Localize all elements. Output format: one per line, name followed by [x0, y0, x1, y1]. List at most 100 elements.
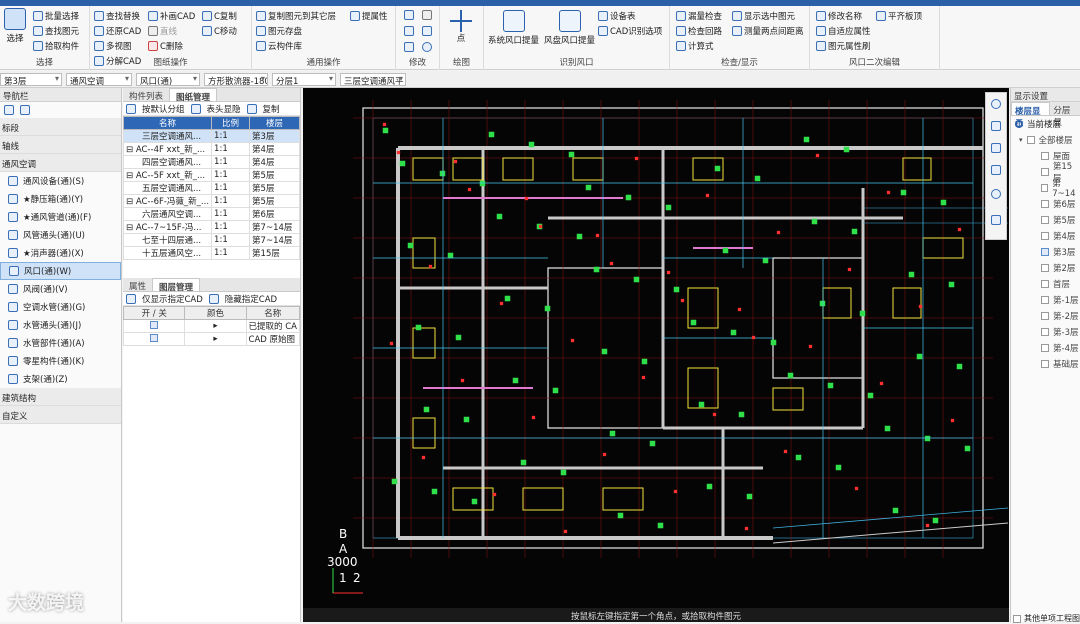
floor-item[interactable]: 首层 [1011, 276, 1080, 292]
tab-floor-display[interactable]: 楼层显示 [1011, 102, 1051, 129]
col-scale[interactable]: 比例 [211, 116, 251, 130]
nav-item[interactable]: 支架(通)(Z) [0, 370, 121, 388]
layer-toggle[interactable] [150, 320, 159, 329]
table-row[interactable]: 七至十四层通... 1:1 第7~14层 [122, 233, 300, 247]
settings-list-icon[interactable] [991, 215, 1001, 225]
floor-item[interactable]: 第-3层 [1011, 324, 1080, 340]
cad-options-button[interactable]: CAD识别选项 [598, 25, 662, 37]
select-button[interactable]: 选择 [4, 8, 26, 44]
property-brush-button[interactable]: 图元属性刷 [816, 40, 871, 52]
floor-item[interactable]: 第2层 [1011, 260, 1080, 276]
discipline-select[interactable]: 通风空调 [66, 73, 132, 86]
show-selected-button[interactable]: 显示选中图元 [732, 10, 795, 22]
floor-checkbox[interactable] [1041, 344, 1049, 352]
nav-item[interactable]: 风口(通)(W) [0, 262, 121, 280]
table-row[interactable]: ⊟ AC--4F xxt_新_... 1:1 第4层 [122, 142, 300, 156]
view-cube-icon[interactable] [991, 165, 1001, 175]
drawing-canvas[interactable]: B A 3000 1 2 [303, 88, 1009, 608]
floor-item[interactable]: 第-1层 [1011, 292, 1080, 308]
nav-item[interactable]: ★消声器(通)(X) [0, 244, 121, 262]
mirror-icon[interactable] [404, 26, 414, 36]
check-loop-button[interactable]: 检查回路 [676, 25, 722, 37]
copy-button[interactable]: 复制 [263, 103, 280, 115]
nav-category-hvac[interactable]: 通风空调 [0, 154, 121, 172]
floor-checkbox[interactable] [1041, 296, 1049, 304]
cloud-library-button[interactable]: 云构件库 [256, 40, 302, 52]
floor-item[interactable]: 基础层 [1011, 356, 1080, 372]
group-by-default-button[interactable]: 按默认分组 [142, 103, 185, 115]
hide-cad-button[interactable]: 隐藏指定CAD [225, 293, 277, 305]
hide-cad-icon[interactable] [208, 293, 219, 304]
other-project-checkbox[interactable] [1013, 614, 1021, 623]
copy-to-floor-button[interactable]: 复制图元到其它层 [256, 10, 336, 22]
adaptive-property-button[interactable]: 自适应属性 [816, 25, 871, 37]
table-row[interactable]: ⊟ AC--6F-冯薇_新_... 1:1 第5层 [122, 194, 300, 208]
floor-checkbox[interactable] [1041, 184, 1049, 192]
table-row[interactable]: 四层空调通风... 1:1 第4层 [122, 155, 300, 169]
layer-row[interactable]: ▸ CAD 原始图 [122, 332, 301, 346]
floor-checkbox[interactable] [1041, 216, 1049, 224]
table-row[interactable]: 十五层通风空... 1:1 第15层 [122, 246, 300, 260]
floor-checkbox[interactable] [1041, 264, 1049, 272]
floor-checkbox[interactable] [1041, 168, 1049, 176]
c-move-button[interactable]: C移动 [202, 25, 237, 37]
formula-button[interactable]: 计算式 [676, 40, 714, 52]
component-type-select[interactable]: 风口(通) [136, 73, 200, 86]
col-name[interactable]: 名称 [122, 116, 213, 130]
line-button[interactable]: 直线 [148, 25, 177, 37]
floor-checkbox[interactable] [1041, 248, 1049, 256]
view-3d-icon[interactable] [991, 99, 1001, 109]
tab-layer-display[interactable]: 分层显 [1050, 102, 1080, 128]
drawing-select[interactable]: 三层空调通风平 [340, 73, 406, 86]
multi-view-button[interactable]: 多视图 [94, 40, 132, 52]
tab-layer-manage[interactable]: 图层管理 [152, 278, 201, 293]
floor-item[interactable]: 第7~14 [1011, 179, 1080, 199]
table-row[interactable]: 六层通风空调... 1:1 第6层 [122, 207, 300, 221]
align-slab-top-button[interactable]: 平齐板顶 [876, 10, 922, 22]
floor-item[interactable]: 第6层 [1011, 196, 1080, 212]
save-element-button[interactable]: 图元存盘 [256, 25, 302, 37]
floor-checkbox[interactable] [1041, 152, 1049, 160]
nav-item[interactable]: 水管部件(通)(A) [0, 334, 121, 352]
find-element-button[interactable]: 查找图元 [33, 25, 79, 37]
system-vent-button[interactable]: 系统风口提量 [488, 10, 539, 46]
measure-distance-button[interactable]: 测量两点间距离 [732, 25, 804, 37]
nav-item[interactable]: ★通风管道(通)(F) [0, 208, 121, 226]
nav-item[interactable]: 通风设备(通)(S) [0, 172, 121, 190]
restore-cad-button[interactable]: 还原CAD [94, 25, 141, 37]
show-only-cad-button[interactable]: 仅显示指定CAD [142, 293, 203, 305]
nav-item[interactable]: 风阀(通)(V) [0, 280, 121, 298]
all-floors-checkbox[interactable] [1026, 136, 1035, 144]
equipment-table-button[interactable]: 设备表 [598, 10, 636, 22]
nav-item[interactable]: ★静压箱(通)(Y) [0, 190, 121, 208]
layer-row[interactable]: ▸ 已提取的 CA [122, 319, 301, 333]
move-arrows-icon[interactable] [404, 42, 414, 52]
point-button[interactable]: 点 [450, 10, 472, 44]
missing-check-button[interactable]: 漏量检查 [676, 10, 722, 22]
table-row[interactable]: ⊟ AC--7~15F-冯... 1:1 第7~14层 [122, 220, 300, 234]
all-floors-row[interactable]: ▾ 全部楼层 [1011, 132, 1080, 148]
nav-item[interactable]: 零星构件(通)(K) [0, 352, 121, 370]
expand-icon[interactable] [20, 105, 30, 115]
tab-drawing-manage[interactable]: 图纸管理 [169, 88, 218, 103]
nav-item[interactable]: 空调水管(通)(G) [0, 298, 121, 316]
batch-select-button[interactable]: 批量选择 [33, 10, 79, 22]
extract-property-button[interactable]: 提属性 [350, 10, 388, 22]
draw-cad-button[interactable]: 补画CAD [148, 10, 195, 22]
floor-item[interactable]: 第-2层 [1011, 308, 1080, 324]
floor-item[interactable]: 第3层 [1011, 244, 1080, 260]
show-cad-icon[interactable] [126, 293, 136, 304]
table-row[interactable]: ⊟ AC--5F xxt_新_... 1:1 第5层 [122, 168, 300, 182]
floor-checkbox[interactable] [1041, 360, 1049, 368]
rotate-icon[interactable] [422, 42, 432, 52]
floor-checkbox[interactable] [1041, 328, 1049, 336]
floor-item[interactable]: 第-4层 [1011, 340, 1080, 356]
lock-icon[interactable] [422, 10, 432, 20]
layer-select[interactable]: 分层1 [272, 73, 336, 86]
component-select[interactable]: 方形散流器-180 [204, 73, 268, 86]
tab-component-list[interactable]: 构件列表 [123, 88, 169, 102]
modify-tool-icon[interactable] [404, 10, 414, 20]
color-picker[interactable]: ▸ [184, 332, 247, 346]
floor-checkbox[interactable] [1041, 232, 1049, 240]
find-replace-button[interactable]: 查找替换 [94, 10, 140, 22]
